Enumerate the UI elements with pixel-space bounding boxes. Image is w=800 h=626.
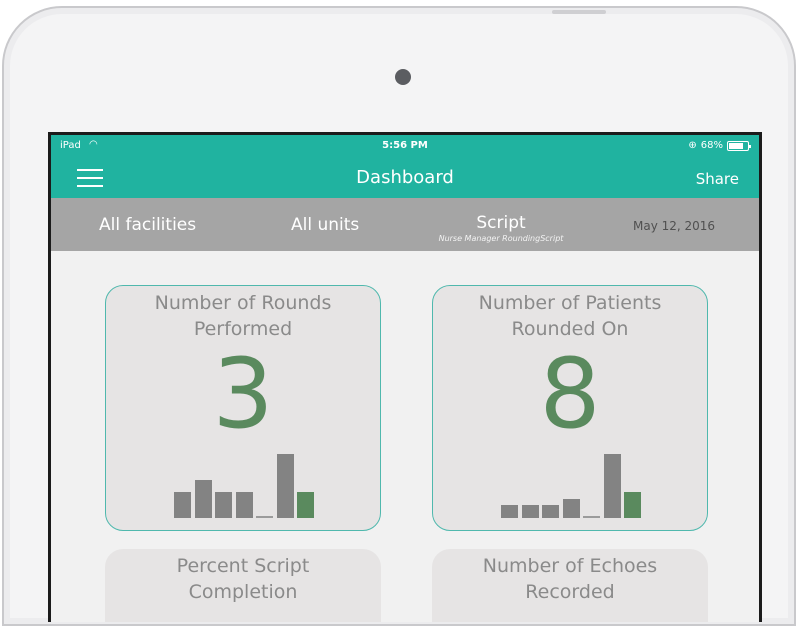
script-filter-label: Script xyxy=(476,213,526,233)
status-right: ⊕ 68% xyxy=(688,140,751,151)
card-label-line: Number of Rounds xyxy=(154,292,332,314)
page-title: Dashboard xyxy=(356,167,454,188)
battery-percent: 68% xyxy=(700,140,723,151)
app-view: iPad ◠ 5:56 PM ⊕ 68% Dashboard Share All… xyxy=(51,135,759,622)
location-icon: ⊕ xyxy=(688,140,697,151)
share-button[interactable]: Share xyxy=(696,170,739,188)
spark-bar xyxy=(276,454,294,518)
card-label-line: Number of Patients xyxy=(478,292,662,314)
spark-bar xyxy=(235,492,253,518)
facilities-filter[interactable]: All facilities xyxy=(99,215,196,235)
card-label-line: Recorded xyxy=(525,581,615,603)
spark-bar xyxy=(521,505,539,518)
script-filter-subtitle: Nurse Manager RoundingScript xyxy=(438,234,564,243)
battery-icon xyxy=(727,140,751,151)
power-button xyxy=(552,10,606,14)
card-label: Number of Patients Rounded On xyxy=(433,286,707,342)
spark-bar xyxy=(501,505,518,518)
spark-bar xyxy=(542,505,559,518)
status-bar: iPad ◠ 5:56 PM ⊕ 68% xyxy=(51,139,759,154)
status-time: 5:56 PM xyxy=(382,140,428,151)
rounds-sparkline xyxy=(106,448,380,518)
date-filter[interactable]: May 12, 2016 xyxy=(633,219,715,233)
ipad-device: iPad ◠ 5:56 PM ⊕ 68% Dashboard Share All… xyxy=(2,6,796,626)
card-label: Number of Rounds Performed xyxy=(106,286,380,342)
filter-bar: All facilities All units Script Nurse Ma… xyxy=(51,198,759,251)
card-label-line: Percent Script xyxy=(176,555,310,577)
spark-bar xyxy=(215,492,232,518)
patients-rounded-card[interactable]: Number of Patients Rounded On 8 xyxy=(432,285,708,531)
card-label-line: Number of Echoes xyxy=(482,555,658,577)
spark-bar xyxy=(624,492,641,518)
patients-sparkline xyxy=(433,448,707,518)
spark-bar xyxy=(583,516,600,518)
card-label: Percent Script Completion xyxy=(105,549,381,605)
card-label: Number of Echoes Recorded xyxy=(432,549,708,605)
spark-bar xyxy=(256,516,273,518)
script-completion-card[interactable]: Percent Script Completion xyxy=(105,549,381,622)
spark-bar xyxy=(603,454,621,518)
units-filter[interactable]: All units xyxy=(291,215,359,235)
spark-bar xyxy=(174,492,191,518)
spark-bar xyxy=(562,498,580,518)
spark-bar xyxy=(194,479,212,518)
screen: iPad ◠ 5:56 PM ⊕ 68% Dashboard Share All… xyxy=(48,132,762,622)
front-camera xyxy=(395,69,411,85)
script-filter[interactable]: Script Nurse Manager RoundingScript xyxy=(431,213,571,243)
navigation-bar: iPad ◠ 5:56 PM ⊕ 68% Dashboard Share xyxy=(51,135,759,198)
rounds-performed-card[interactable]: Number of Rounds Performed 3 xyxy=(105,285,381,531)
card-label-line: Completion xyxy=(188,581,298,603)
card-value: 8 xyxy=(539,338,601,450)
echoes-recorded-card[interactable]: Number of Echoes Recorded xyxy=(432,549,708,622)
spark-bar xyxy=(297,492,314,518)
card-value: 3 xyxy=(212,338,274,450)
